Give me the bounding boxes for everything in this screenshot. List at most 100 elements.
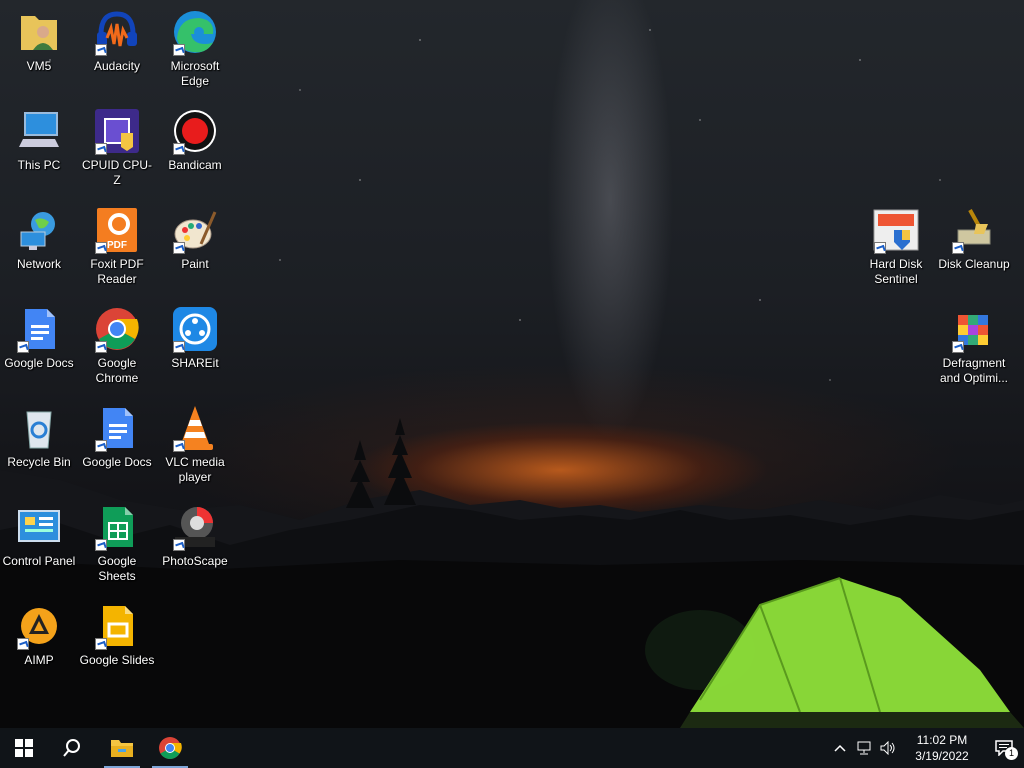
shortcut-arrow-icon [95,440,107,452]
shortcut-arrow-icon [95,638,107,650]
volume-tray-button[interactable] [876,728,900,768]
system-tray: 11:02 PM 3/19/2022 1 [828,728,1024,768]
network-tray-button[interactable] [852,728,876,768]
desktop-icon-label: Defragment and Optimi... [939,356,1009,385]
shortcut-arrow-icon [173,242,185,254]
shortcut-arrow-icon [17,341,29,353]
desktop-icon-cpu-z[interactable]: CPUID CPU-Z [79,107,155,188]
taskbar-google-chrome[interactable] [146,728,194,768]
ethernet-network-icon [857,741,871,755]
taskbar-clock[interactable]: 11:02 PM 3/19/2022 [906,732,978,764]
desktop-icon-aimp[interactable]: AIMP [1,602,77,668]
taskbar-file-explorer[interactable] [98,728,146,768]
network-icon [15,206,63,254]
desktop-icon-label: VLC media player [165,455,225,484]
desktop-icon-label: Google Sheets [97,554,137,583]
desktop-icon-bandicam[interactable]: Bandicam [157,107,233,173]
action-center-button[interactable]: 1 [984,728,1024,768]
desktop-icon-microsoft-edge[interactable]: Microsoft Edge [157,8,233,89]
desktop-icon-network[interactable]: Network [1,206,77,272]
control-panel-icon [15,503,63,551]
desktop-icon-label: CPUID CPU-Z [81,158,152,187]
desktop-icon-google-docs-2[interactable]: Google Docs [79,404,155,470]
desktop-icon-google-chrome[interactable]: Google Chrome [79,305,155,386]
shortcut-arrow-icon [95,539,107,551]
vlc-icon [171,404,219,452]
audacity-icon [93,8,141,56]
clock-time: 11:02 PM [916,733,968,747]
shortcut-arrow-icon [952,341,964,353]
photoscape-icon [171,503,219,551]
desktop-icon-label: AIMP [24,653,54,667]
search-icon [63,739,80,757]
computer-icon [15,107,63,155]
aimp-icon [15,602,63,650]
clock-date: 3/19/2022 [915,749,969,763]
chrome-icon [159,737,182,759]
recycle-bin-icon [15,404,63,452]
desktop-icon-label: SHAREit [171,356,219,370]
desktop-icon-vlc[interactable]: VLC media player [157,404,233,485]
desktop-icon-paint[interactable]: Paint [157,206,233,272]
chevron-up-icon [834,744,846,752]
desktop-icon-hard-disk-sentinel[interactable]: Hard Disk Sentinel [858,206,934,287]
windows-start-icon [15,739,33,757]
shortcut-arrow-icon [173,539,185,551]
shortcut-arrow-icon [95,341,107,353]
desktop-icon-label: Google Slides [79,653,155,667]
bandicam-icon [171,107,219,155]
desktop-icon-label: Bandicam [168,158,222,172]
edge-icon [171,8,219,56]
folder-user-icon [15,8,63,56]
shortcut-arrow-icon [173,143,185,155]
google-sheets-icon [93,503,141,551]
desktop-icon-google-docs[interactable]: Google Docs [1,305,77,371]
shortcut-arrow-icon [952,242,964,254]
desktop-icon-defragment[interactable]: Defragment and Optimi... [936,305,1012,386]
shortcut-arrow-icon [95,143,107,155]
start-button[interactable] [0,728,48,768]
desktop-icon-label: Foxit PDF Reader [90,257,144,286]
desktop-icon-recycle-bin[interactable]: Recycle Bin [1,404,77,470]
google-slides-icon [93,602,141,650]
google-docs-icon [15,305,63,353]
desktop-icon-label: Network [16,257,61,271]
desktop-icon-label: Google Docs [4,356,74,370]
desktop-icon-vm5[interactable]: VM5 [1,8,77,74]
desktop-icon-shareit[interactable]: SHAREit [157,305,233,371]
shortcut-arrow-icon [173,341,185,353]
notification-count-badge: 1 [1005,747,1018,760]
disk-cleanup-icon [950,206,998,254]
hard-disk-sentinel-icon [872,206,920,254]
desktop-icon-label: Hard Disk Sentinel [869,257,923,286]
show-hidden-icons-button[interactable] [828,728,852,768]
paint-icon [171,206,219,254]
desktop-icon-label: Audacity [93,59,141,73]
desktop-icon-label: Recycle Bin [7,455,71,469]
chrome-icon [93,305,141,353]
desktop-icon-label: This PC [17,158,61,172]
file-explorer-icon [111,740,133,757]
google-docs-icon [93,404,141,452]
shortcut-arrow-icon [95,242,107,254]
desktop-icon-label: Disk Cleanup [938,257,1010,271]
desktop-icon-disk-cleanup[interactable]: Disk Cleanup [936,206,1012,272]
shareit-icon [171,305,219,353]
desktop-icon-label: Google Chrome [95,356,139,385]
foxit-pdf-icon: PDF [93,206,141,254]
desktop-icon-label: PhotoScape [162,554,228,568]
desktop-icon-audacity[interactable]: Audacity [79,8,155,74]
shortcut-arrow-icon [173,44,185,56]
shortcut-arrow-icon [95,44,107,56]
desktop-icon-google-sheets[interactable]: Google Sheets [79,503,155,584]
speaker-icon [880,741,895,755]
shortcut-arrow-icon [17,638,29,650]
cpu-z-icon [93,107,141,155]
desktop-icon-photoscape[interactable]: PhotoScape [157,503,233,569]
desktop-icon-control-panel[interactable]: Control Panel [1,503,77,569]
defragment-icon [950,305,998,353]
desktop-icon-foxit[interactable]: PDF Foxit PDF Reader [79,206,155,287]
search-button[interactable] [48,728,96,768]
desktop-icon-google-slides[interactable]: Google Slides [79,602,155,668]
desktop-icon-this-pc[interactable]: This PC [1,107,77,173]
